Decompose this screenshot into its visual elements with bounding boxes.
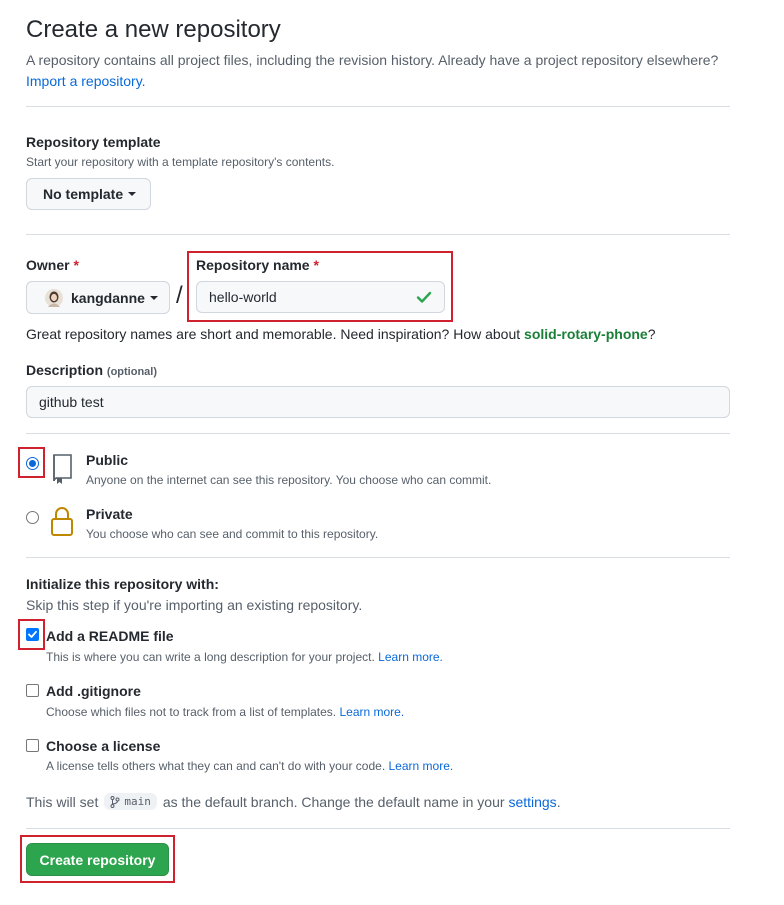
readme-note: This is where you can write a long descr… [46, 650, 443, 664]
readme-label: Add a README file [46, 628, 174, 644]
public-note: Anyone on the internet can see this repo… [86, 473, 492, 487]
description-value: github test [39, 394, 104, 410]
description-label-text: Description [26, 362, 104, 378]
template-label: Repository template [26, 134, 161, 150]
license-checkbox[interactable] [26, 739, 39, 752]
lock-icon [51, 507, 73, 536]
check-icon [416, 291, 432, 303]
license-note: A license tells others what they can and… [46, 759, 453, 773]
readme-learn-more-link[interactable]: Learn more. [378, 650, 443, 664]
caret-down-icon [128, 192, 137, 196]
description-label: Description (optional) [26, 362, 157, 378]
divider [26, 234, 730, 235]
gitignore-note-text: Choose which files not to track from a l… [46, 705, 337, 719]
public-radio[interactable] [26, 457, 39, 470]
settings-link[interactable]: settings [508, 794, 556, 810]
page-title: Create a new repository [26, 16, 281, 43]
init-note: Skip this step if you're importing an ex… [26, 597, 363, 613]
divider [26, 828, 730, 829]
required-mark: * [73, 257, 79, 273]
branch-name-code: main [104, 793, 157, 810]
public-label: Public [86, 452, 129, 468]
page-lead: A repository contains all project files,… [26, 50, 746, 92]
repo-name-value: hello-world [209, 289, 277, 305]
private-note: You choose who can see and commit to thi… [86, 527, 379, 541]
avatar [45, 288, 63, 307]
default-branch-info: This will set main as the default branch… [26, 793, 561, 810]
lead-text: A repository contains all project files,… [26, 52, 719, 68]
repo-name-label-text: Repository name [196, 257, 310, 273]
repo-name-label: Repository name * [196, 257, 319, 273]
license-label: Choose a license [46, 738, 161, 754]
suggestion-text: Great repository names are short and mem… [26, 326, 521, 342]
optional-tag: (optional) [106, 366, 158, 378]
required-mark: * [313, 257, 319, 273]
import-repository-link[interactable]: Import a repository. [26, 73, 146, 89]
private-label: Private [86, 506, 133, 522]
branch-suffix: as the default branch. Change the defaul… [162, 793, 505, 810]
repo-name-input[interactable]: hello-world [196, 281, 445, 313]
git-branch-icon [110, 795, 120, 808]
divider [26, 557, 730, 558]
divider [26, 433, 730, 434]
owner-name: kangdanne [71, 289, 145, 306]
checkmark-icon [28, 630, 37, 638]
owner-repo-separator: / [176, 282, 183, 309]
init-label: Initialize this repository with: [26, 576, 219, 592]
repo-book-icon [53, 454, 72, 484]
branch-prefix: This will set [26, 793, 99, 810]
readme-checkbox[interactable] [26, 628, 39, 641]
template-note: Start your repository with a template re… [26, 155, 335, 169]
private-radio[interactable] [26, 511, 39, 524]
suggested-name-link[interactable]: solid-rotary-phone [524, 326, 648, 342]
license-note-text: A license tells others what they can and… [46, 759, 386, 773]
branch-name: main [124, 795, 151, 808]
owner-label: Owner * [26, 257, 79, 273]
divider [26, 106, 730, 107]
gitignore-checkbox[interactable] [26, 684, 39, 697]
gitignore-label: Add .gitignore [46, 683, 141, 699]
create-repository-button[interactable]: Create repository [26, 843, 169, 876]
template-select-label: No template [43, 186, 124, 202]
readme-note-text: This is where you can write a long descr… [46, 650, 375, 664]
gitignore-learn-more-link[interactable]: Learn more. [339, 705, 404, 719]
description-input[interactable]: github test [26, 386, 730, 418]
caret-down-icon [149, 295, 158, 300]
gitignore-note: Choose which files not to track from a l… [46, 705, 404, 719]
template-select-button[interactable]: No template [26, 178, 151, 210]
license-learn-more-link[interactable]: Learn more. [389, 759, 454, 773]
owner-select-button[interactable]: kangdanne [26, 281, 170, 314]
repo-name-suggestion: Great repository names are short and mem… [26, 326, 656, 342]
suggestion-end: ? [647, 326, 656, 342]
branch-end: . [556, 793, 561, 810]
owner-label-text: Owner [26, 257, 70, 273]
